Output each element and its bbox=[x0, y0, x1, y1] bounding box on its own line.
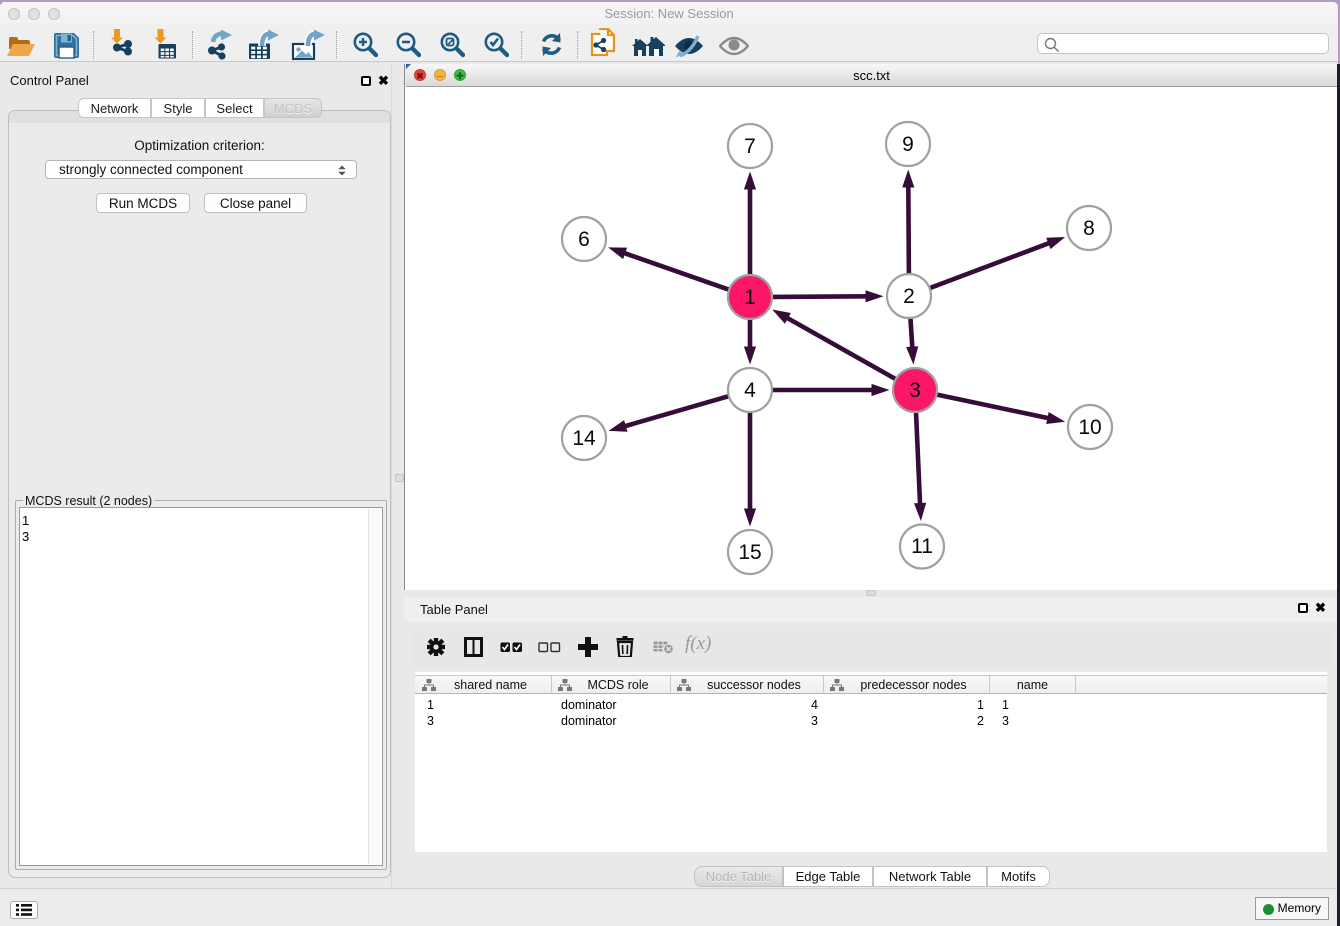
svg-text:4: 4 bbox=[744, 379, 756, 402]
svg-text:7: 7 bbox=[744, 135, 756, 158]
svg-text:2: 2 bbox=[903, 285, 915, 308]
svg-text:15: 15 bbox=[738, 541, 761, 564]
svg-text:1: 1 bbox=[744, 286, 756, 309]
svg-text:9: 9 bbox=[902, 133, 914, 156]
svg-text:11: 11 bbox=[911, 535, 933, 558]
svg-text:6: 6 bbox=[578, 228, 590, 251]
svg-text:8: 8 bbox=[1083, 217, 1095, 240]
svg-text:3: 3 bbox=[909, 379, 921, 402]
svg-text:14: 14 bbox=[572, 427, 596, 450]
svg-text:10: 10 bbox=[1078, 416, 1101, 439]
